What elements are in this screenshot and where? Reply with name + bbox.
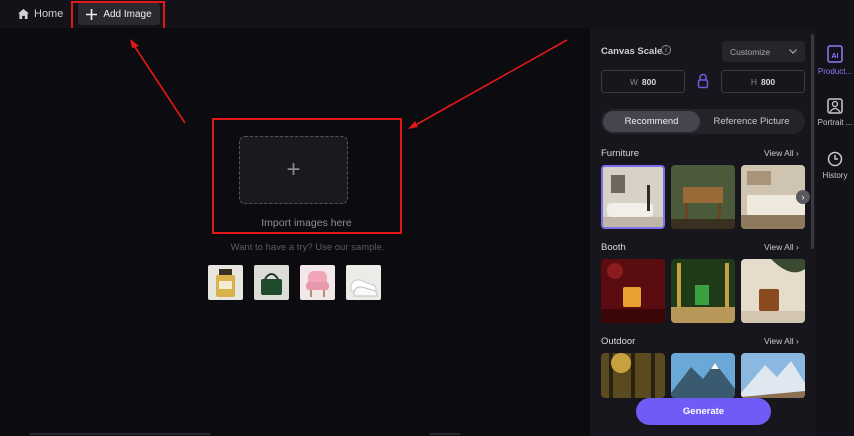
chevron-right-icon: › (795, 148, 799, 158)
perfume-image (216, 269, 235, 297)
armchair-image (306, 271, 329, 297)
height-input[interactable]: H 800 (721, 70, 805, 93)
bottom-scroll-track-2 (430, 433, 460, 435)
svg-text:AI: AI (832, 53, 839, 60)
template-furniture-2[interactable] (671, 165, 735, 229)
width-prefix: W (629, 76, 638, 87)
import-label: Import images here (261, 217, 352, 229)
rail-item-history[interactable]: History (816, 151, 854, 180)
mountain-image (671, 353, 735, 398)
tab-recommend[interactable]: Recommend (603, 111, 700, 132)
forest-image (601, 353, 665, 398)
rail-label-product: Product... (817, 67, 853, 76)
side-rail (816, 28, 854, 436)
width-value: 800 (641, 76, 657, 87)
home-label: Home (34, 8, 64, 20)
chevron-right-icon: › (795, 336, 799, 346)
section-title-outdoor: Outdoor (601, 336, 636, 347)
template-booth-3[interactable] (741, 259, 805, 323)
green-room-image (671, 165, 735, 229)
chevron-right-icon: › (795, 242, 799, 252)
view-all-label: View All (764, 336, 794, 346)
green-booth-image (671, 259, 735, 323)
template-outdoor-1[interactable] (601, 353, 665, 398)
template-furniture-1[interactable] (601, 165, 665, 229)
image-drop-zone[interactable]: + (239, 136, 348, 204)
template-booth-2[interactable] (671, 259, 735, 323)
tab-reference-picture[interactable]: Reference Picture (700, 111, 803, 132)
rail-label-history: History (822, 171, 848, 180)
view-all-label: View All (764, 242, 794, 252)
history-clock-icon (827, 151, 843, 167)
rail-label-portrait: Portrait ... (817, 118, 853, 127)
rail-item-portrait[interactable]: Portrait ... (816, 98, 854, 127)
home-icon (18, 9, 29, 19)
scale-mode-value: Customize (730, 46, 771, 57)
beige-booth-image (741, 259, 805, 323)
red-booth-image (601, 259, 665, 323)
bottom-scroll-track (30, 433, 210, 435)
height-value: 800 (760, 76, 776, 87)
info-icon[interactable]: i (661, 45, 671, 55)
template-tabs: Recommend Reference Picture (601, 109, 805, 134)
sample-images (208, 265, 381, 300)
plus-icon (86, 8, 98, 20)
canvas-scale-label: Canvas Scale (601, 46, 663, 57)
view-all-label: View All (764, 148, 794, 158)
panel-scrollbar[interactable] (811, 34, 814, 249)
handbag-image (261, 273, 282, 295)
sneakers-image (350, 279, 378, 297)
portrait-icon (827, 98, 843, 114)
width-input[interactable]: W 800 (601, 70, 685, 93)
chevron-right-icon[interactable]: › (796, 190, 810, 204)
sample-handbag[interactable] (254, 265, 289, 300)
sample-perfume[interactable] (208, 265, 243, 300)
add-image-button[interactable]: Add Image (78, 3, 160, 25)
canvas-area (0, 28, 590, 436)
section-title-furniture: Furniture (601, 148, 640, 159)
sample-armchair[interactable] (300, 265, 335, 300)
rail-item-product[interactable]: AI Product... (816, 45, 854, 76)
living-room-image (603, 167, 663, 227)
chevron-down-icon (789, 49, 797, 54)
view-all-booth[interactable]: View All › (764, 242, 799, 252)
section-title-booth: Booth (601, 242, 626, 253)
scale-mode-select[interactable]: Customize (722, 41, 805, 62)
template-booth-1[interactable] (601, 259, 665, 323)
view-all-outdoor[interactable]: View All › (764, 336, 799, 346)
ai-product-icon: AI (827, 45, 843, 63)
sample-hint: Want to have a try? Use our sample. (230, 242, 385, 253)
template-outdoor-3[interactable] (741, 353, 805, 398)
plus-icon: + (286, 156, 301, 183)
lock-icon[interactable] (697, 73, 709, 89)
snow-peak-image (741, 353, 805, 398)
height-prefix: H (750, 76, 757, 87)
top-toolbar: Home Add Image (0, 0, 854, 28)
add-image-label: Add Image (103, 8, 152, 20)
template-outdoor-2[interactable] (671, 353, 735, 398)
view-all-furniture[interactable]: View All › (764, 148, 799, 158)
generate-button[interactable]: Generate (636, 398, 771, 425)
home-button[interactable]: Home (18, 6, 63, 22)
sample-sneakers[interactable] (346, 265, 381, 300)
